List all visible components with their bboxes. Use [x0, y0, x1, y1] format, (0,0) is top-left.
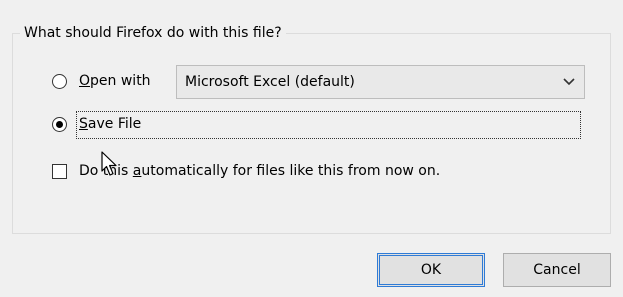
- open-with-label-rest: pen with: [90, 73, 151, 89]
- auto-action-label-rest: utomatically for files like this from no…: [141, 163, 441, 179]
- chevron-down-icon: [563, 78, 575, 86]
- auto-action-checkbox[interactable]: [52, 164, 67, 179]
- save-file-label[interactable]: Save File: [79, 114, 141, 134]
- application-dropdown-value: Microsoft Excel (default): [185, 74, 355, 90]
- ok-button[interactable]: OK: [377, 253, 485, 287]
- groupbox-legend: What should Firefox do with this file?: [20, 24, 286, 42]
- cancel-button[interactable]: Cancel: [503, 253, 611, 287]
- auto-action-label[interactable]: Do this automatically for files like thi…: [79, 161, 440, 181]
- open-with-mnemonic: O: [79, 73, 91, 89]
- radio-selected-dot: [56, 121, 63, 128]
- firefox-download-dialog: What should Firefox do with this file? O…: [0, 0, 623, 297]
- mouse-cursor-icon: [101, 151, 117, 176]
- save-file-focus-ring: [76, 111, 581, 139]
- open-with-label[interactable]: Open with: [79, 71, 151, 91]
- open-with-radio[interactable]: [52, 74, 67, 89]
- save-file-mnemonic: S: [79, 116, 88, 132]
- save-file-label-rest: ave File: [87, 116, 142, 132]
- application-dropdown[interactable]: Microsoft Excel (default): [176, 65, 585, 99]
- save-file-radio[interactable]: [52, 117, 67, 132]
